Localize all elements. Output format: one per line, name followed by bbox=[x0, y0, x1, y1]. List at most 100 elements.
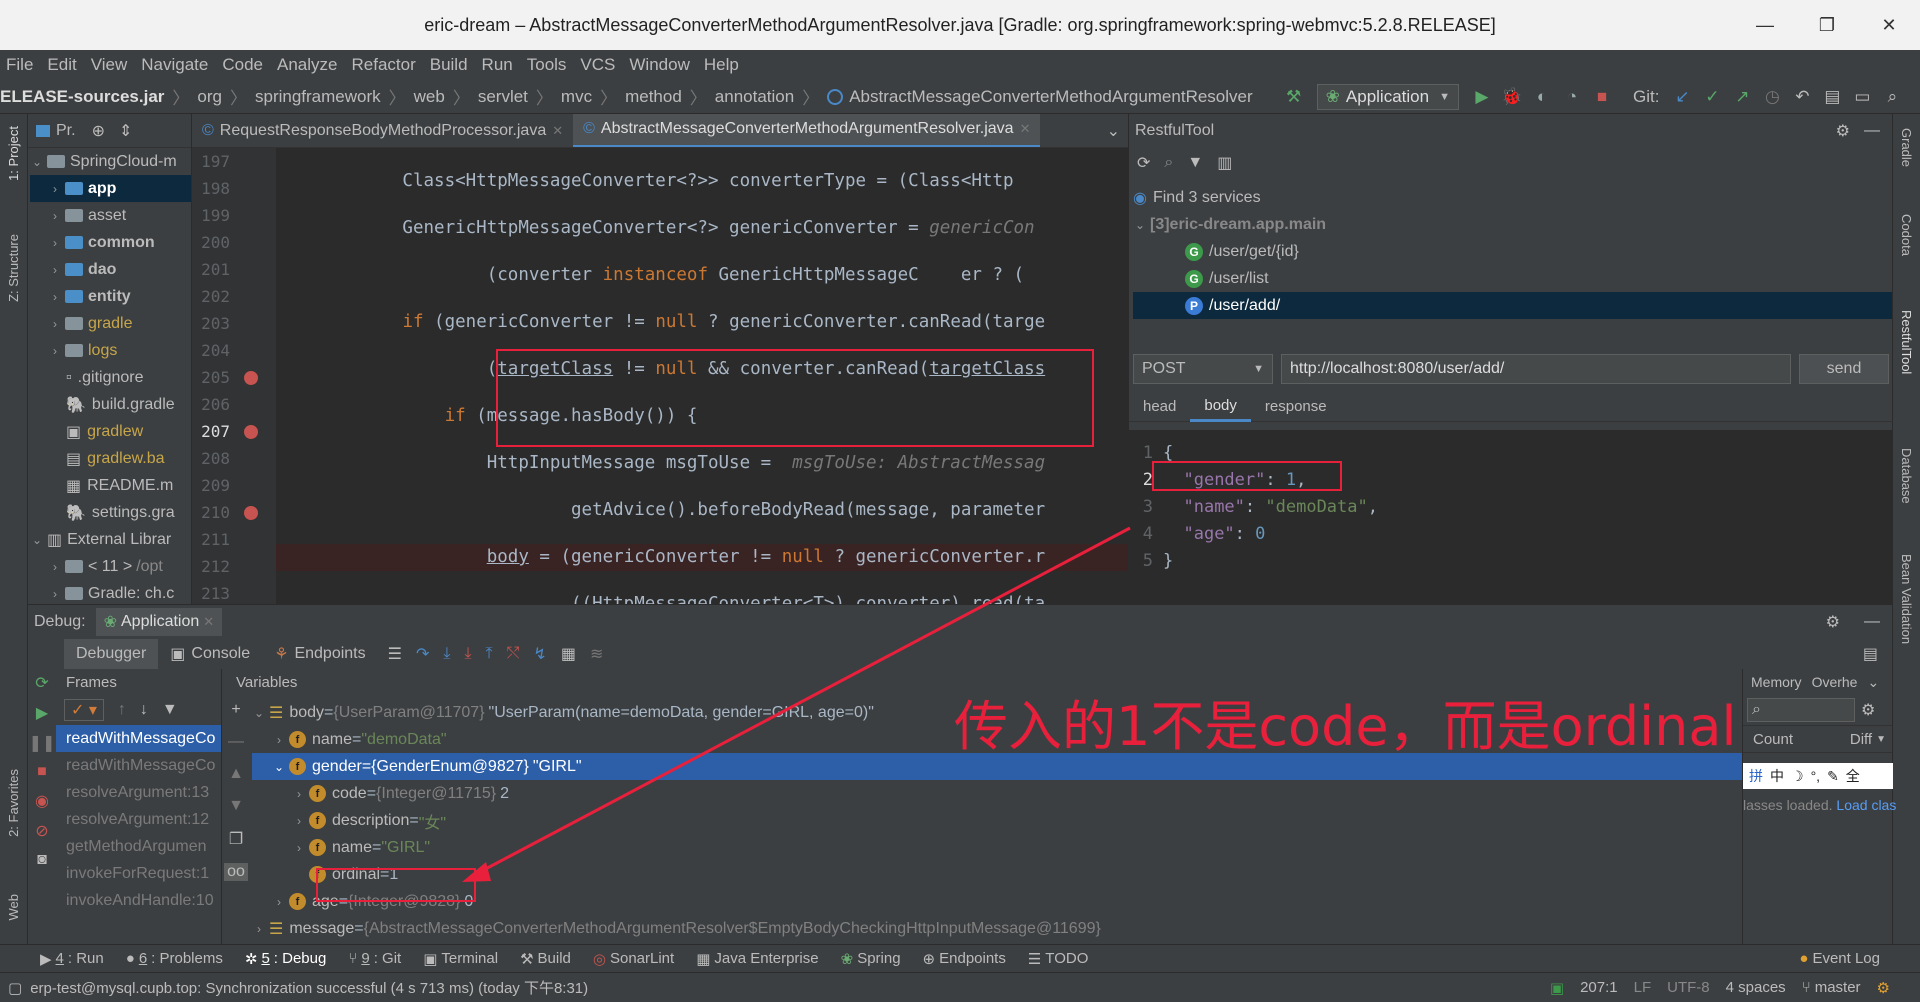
debug-session-tab[interactable]: ❀ Application ✕ bbox=[95, 608, 223, 636]
variable-row[interactable]: › f name = "GIRL" bbox=[252, 834, 1742, 861]
ime-moon[interactable]: ☽ bbox=[1791, 768, 1804, 785]
menu-view[interactable]: View bbox=[91, 55, 128, 75]
service-item-selected[interactable]: P/user/add/ bbox=[1133, 292, 1892, 319]
up-icon[interactable]: ▲ bbox=[228, 765, 244, 783]
codota-tool-label[interactable]: Codota bbox=[1899, 214, 1914, 256]
up-icon[interactable]: ↑ bbox=[118, 701, 126, 719]
resume-icon[interactable]: ▶ bbox=[36, 703, 48, 723]
breadcrumb-web[interactable]: web bbox=[414, 87, 445, 107]
memory-search-input[interactable]: ⌕ bbox=[1747, 698, 1855, 722]
load-classes-link[interactable]: Load clas bbox=[1836, 797, 1896, 813]
tab-memory[interactable]: Memory bbox=[1751, 674, 1802, 690]
tree-item-readme[interactable]: ▦ README.m bbox=[30, 472, 191, 499]
breadcrumb-annotation[interactable]: annotation bbox=[715, 87, 794, 107]
file-encoding[interactable]: UTF-8 bbox=[1667, 979, 1710, 996]
tree-item-gradle-lib[interactable]: › Gradle: ch.c bbox=[30, 580, 191, 604]
tab-debugger[interactable]: Debugger bbox=[64, 639, 159, 669]
favorites-tool-label[interactable]: 2: Favorites bbox=[6, 769, 21, 837]
ime-pinyin[interactable]: 拼 bbox=[1749, 766, 1763, 786]
toolwin-build[interactable]: ⚒ Build bbox=[520, 950, 571, 968]
mute-breakpoints-icon[interactable]: ⊘ bbox=[35, 821, 48, 841]
menu-icon[interactable]: ☰ bbox=[388, 644, 402, 664]
chevron-down-icon[interactable]: ⌄ bbox=[1867, 674, 1879, 691]
close-icon[interactable]: ✕ bbox=[203, 614, 214, 630]
tree-item-external-libraries[interactable]: ⌄ ▥ External Librar bbox=[30, 526, 191, 553]
breakpoint-icon[interactable] bbox=[244, 370, 258, 385]
step-over-icon[interactable]: ↷ bbox=[416, 644, 429, 664]
down-icon[interactable]: ▼ bbox=[228, 797, 244, 815]
menu-help[interactable]: Help bbox=[704, 55, 739, 75]
toolwin-spring[interactable]: ❀ Spring bbox=[841, 950, 901, 968]
toolwin-sonarlint[interactable]: ◎ SonarLint bbox=[593, 950, 674, 968]
history-icon[interactable]: ◷ bbox=[1759, 84, 1785, 110]
frame-item[interactable]: readWithMessageCo bbox=[56, 752, 221, 779]
breadcrumb-springframework[interactable]: springframework bbox=[255, 87, 381, 107]
toolwin-java-enterprise[interactable]: ▦ Java Enterprise bbox=[696, 950, 818, 968]
remove-icon[interactable]: — bbox=[228, 733, 244, 751]
status-message[interactable]: erp-test@mysql.cupb.top: Synchronization… bbox=[30, 977, 588, 998]
gear-icon[interactable]: ⚙ bbox=[1826, 612, 1840, 632]
run-icon[interactable]: ▶ bbox=[1469, 84, 1495, 110]
frame-item[interactable]: getMethodArgumen bbox=[56, 833, 221, 860]
count-column[interactable]: Count bbox=[1753, 731, 1793, 748]
rerun-icon[interactable]: ⟳ bbox=[35, 673, 48, 693]
project-tool-label[interactable]: 1: Project bbox=[6, 126, 21, 181]
request-body-editor[interactable]: 1 2 3 4 5 { "gender": 1, "name": "demoDa… bbox=[1129, 430, 1893, 604]
bean-validation-tool-label[interactable]: Bean Validation bbox=[1899, 554, 1914, 644]
coverage-icon[interactable]: ◐ bbox=[1529, 84, 1555, 110]
git-update-icon[interactable]: ↙ bbox=[1669, 84, 1695, 110]
breakpoint-icon[interactable] bbox=[244, 505, 258, 520]
tree-item-build-gradle[interactable]: 🐘 build.gradle bbox=[30, 391, 191, 418]
debug-icon[interactable]: 🐞 bbox=[1499, 84, 1525, 110]
database-tool-label[interactable]: Database bbox=[1899, 448, 1914, 504]
gear-icon[interactable]: ⚙ bbox=[1836, 121, 1850, 141]
breadcrumb-org[interactable]: org bbox=[197, 87, 222, 107]
chart-icon[interactable]: ▥ bbox=[1217, 153, 1232, 173]
thread-select[interactable]: ✓ ▾ bbox=[64, 699, 104, 721]
tab-endpoints[interactable]: ⚘ Endpoints bbox=[262, 639, 378, 669]
line-number[interactable]: 207 bbox=[192, 418, 276, 445]
variable-row[interactable]: › f code = {Integer@11715} 2 bbox=[252, 780, 1742, 807]
breadcrumb-class[interactable]: AbstractMessageConverterMethodArgumentRe… bbox=[849, 87, 1252, 107]
hide-icon[interactable]: — bbox=[1864, 122, 1880, 140]
menu-refactor[interactable]: Refactor bbox=[351, 55, 415, 75]
tree-item-logs[interactable]: › logs bbox=[30, 337, 191, 364]
service-item[interactable]: G/user/get/{id} bbox=[1133, 238, 1892, 265]
frame-item[interactable]: invokeForRequest:1 bbox=[56, 860, 221, 887]
terminal-status-icon[interactable]: ▣ bbox=[1550, 979, 1564, 997]
tab-abstract-message-converter[interactable]: © AbstractMessageConverterMethodArgument… bbox=[573, 114, 1041, 147]
tabs-dropdown-icon[interactable]: ⌄ bbox=[1107, 121, 1120, 141]
toolwin-git[interactable]: ⑂ 9: Git bbox=[348, 950, 401, 967]
frame-item[interactable]: invokeAndHandle:10 bbox=[56, 887, 221, 914]
close-icon[interactable]: ✕ bbox=[552, 123, 563, 139]
line-number[interactable]: 210 bbox=[192, 499, 276, 526]
menu-window[interactable]: Window bbox=[629, 55, 689, 75]
step-into-icon[interactable]: ⤓ bbox=[443, 645, 450, 663]
search-icon[interactable]: ⌕ bbox=[1879, 84, 1905, 110]
menu-build[interactable]: Build bbox=[430, 55, 468, 75]
tree-item-settings-gradle[interactable]: 🐘 settings.gra bbox=[30, 499, 191, 526]
structure-tool-label[interactable]: Z: Structure bbox=[6, 234, 21, 302]
gear-icon[interactable]: ⚙ bbox=[1861, 700, 1875, 720]
tree-item-common[interactable]: › common bbox=[30, 229, 191, 256]
tab-request-response-body[interactable]: © RequestResponseBodyMethodProcessor.jav… bbox=[192, 114, 573, 147]
stop-icon[interactable]: ■ bbox=[37, 763, 47, 781]
line-number[interactable]: 205 bbox=[192, 364, 276, 391]
git-push-icon[interactable]: ↗ bbox=[1729, 84, 1755, 110]
frame-item-selected[interactable]: readWithMessageCo bbox=[56, 725, 221, 752]
filter-icon[interactable]: ▼ bbox=[1187, 154, 1203, 172]
menu-analyze[interactable]: Analyze bbox=[277, 55, 337, 75]
ime-full[interactable]: 全 bbox=[1846, 766, 1860, 786]
run-config-select[interactable]: ❀ Application ▼ bbox=[1316, 83, 1459, 110]
layout-icon[interactable]: ▤ bbox=[1863, 644, 1878, 664]
tab-console[interactable]: ▣ Console bbox=[158, 639, 262, 669]
service-item[interactable]: G/user/list bbox=[1133, 265, 1892, 292]
trace-icon[interactable]: ≋ bbox=[590, 644, 603, 664]
run-to-cursor-icon[interactable]: ↯ bbox=[533, 644, 546, 664]
breakpoint-icon[interactable] bbox=[244, 424, 258, 439]
stop-icon[interactable]: ■ bbox=[1589, 84, 1615, 110]
toolwin-problems[interactable]: ● 6: Problems bbox=[126, 950, 223, 967]
breadcrumb-mvc[interactable]: mvc bbox=[561, 87, 592, 107]
refresh-icon[interactable]: ⟳ bbox=[1137, 153, 1150, 173]
ime-chinese[interactable]: 中 bbox=[1770, 766, 1784, 786]
